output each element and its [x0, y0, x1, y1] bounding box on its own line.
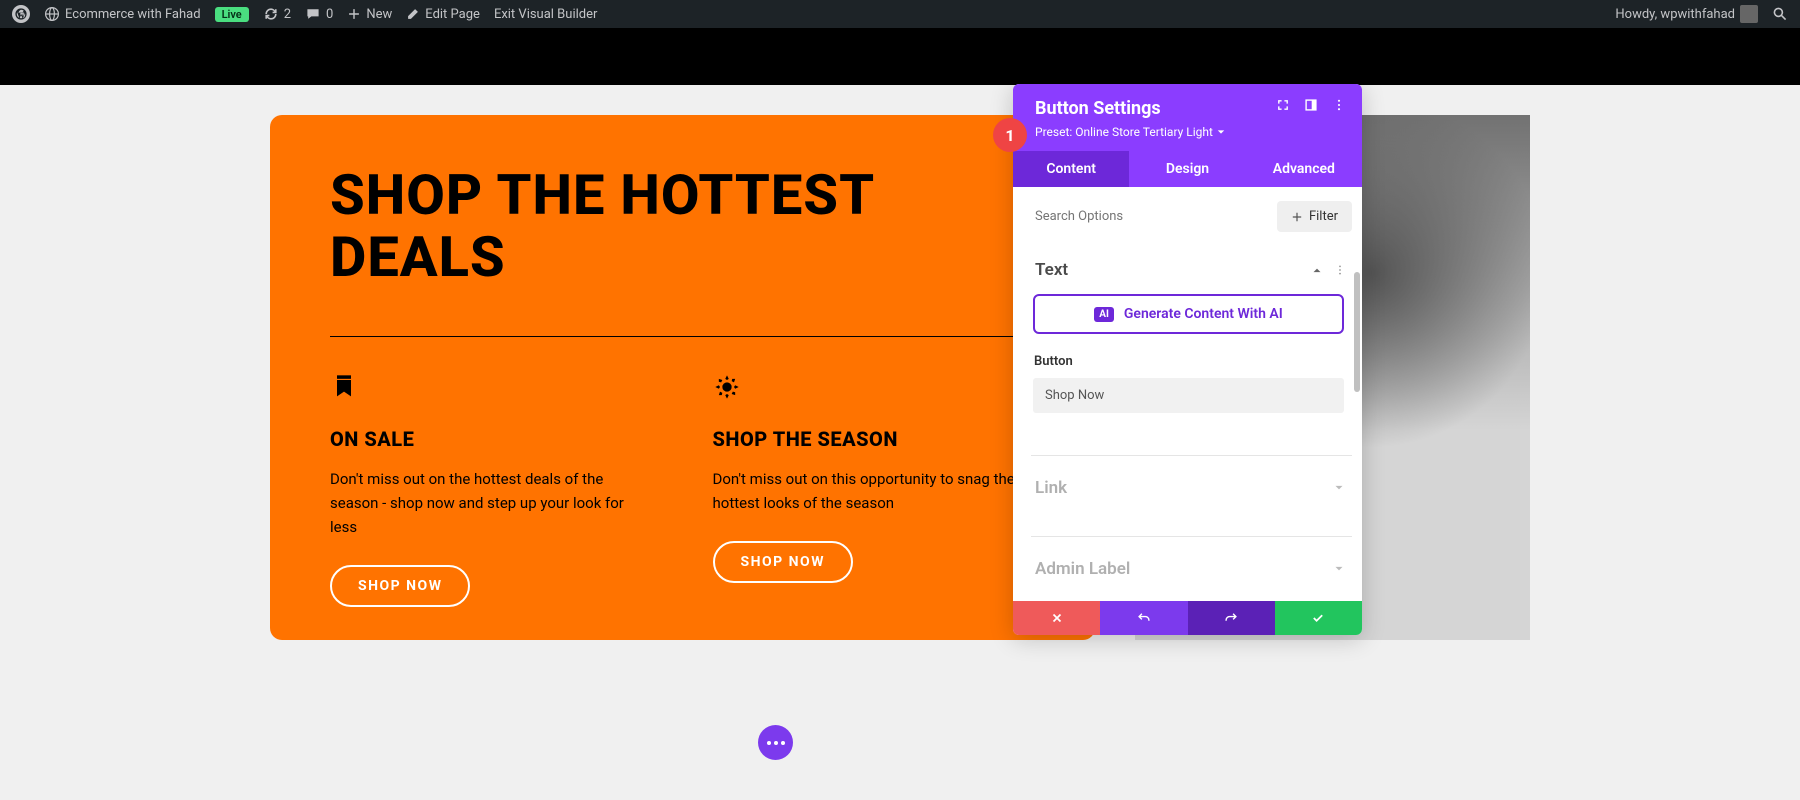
account-link[interactable]: Howdy, wpwithfahad [1615, 5, 1758, 23]
section-link: Link [1031, 455, 1352, 530]
exit-builder-label: Exit Visual Builder [494, 7, 597, 22]
wordpress-icon [12, 5, 30, 23]
more-vertical-icon[interactable] [1334, 264, 1346, 276]
ai-btn-label: Generate Content With AI [1124, 306, 1283, 322]
chevron-down-icon [1332, 562, 1346, 576]
edit-page-label: Edit Page [425, 7, 480, 22]
redo-button[interactable] [1188, 601, 1275, 635]
check-icon [1311, 611, 1325, 625]
live-badge: Live [215, 7, 249, 22]
undo-button[interactable] [1100, 601, 1187, 635]
bookmark-icon [330, 373, 358, 401]
tab-design[interactable]: Design [1129, 151, 1245, 187]
filter-button[interactable]: Filter [1277, 201, 1352, 232]
undo-icon [1137, 611, 1151, 625]
section-text-title: Text [1035, 260, 1068, 280]
globe-icon [44, 6, 60, 22]
dots-icon [767, 741, 785, 745]
save-button[interactable] [1275, 601, 1362, 635]
feature-text-2: Don't miss out on this opportunity to sn… [713, 467, 1036, 515]
edit-page-link[interactable]: Edit Page [406, 7, 480, 22]
section-admin-label-title: Admin Label [1035, 559, 1130, 579]
refresh-icon [263, 6, 279, 22]
button-field-label: Button [1034, 354, 1352, 369]
hero-title: SHOP THE HOTTEST DEALS [330, 165, 1035, 288]
ai-badge: AI [1094, 307, 1114, 322]
panel-scrollbar[interactable] [1354, 272, 1360, 542]
settings-panel: Button Settings Preset: Online Store Ter… [1013, 84, 1362, 635]
exit-builder-link[interactable]: Exit Visual Builder [494, 7, 597, 22]
preset-label: Preset: Online Store Tertiary Light [1035, 125, 1213, 139]
section-text-header[interactable]: Text [1031, 252, 1352, 294]
search-icon [1772, 6, 1788, 22]
comment-icon [305, 6, 321, 22]
expand-icon[interactable] [1276, 98, 1290, 112]
scrollbar-thumb[interactable] [1354, 272, 1360, 392]
site-name-label: Ecommerce with Fahad [65, 7, 201, 22]
feature-title-2: SHOP THE SEASON [713, 427, 1036, 451]
snap-icon[interactable] [1304, 98, 1318, 112]
step-badge: 1 [993, 118, 1027, 152]
plus-icon [1291, 211, 1303, 223]
panel-title: Button Settings [1035, 98, 1161, 119]
wordpress-logo[interactable] [12, 5, 30, 23]
button-text-input[interactable] [1033, 378, 1344, 413]
close-button[interactable] [1013, 601, 1100, 635]
pencil-icon [406, 7, 420, 21]
panel-header: Button Settings Preset: Online Store Ter… [1013, 84, 1362, 151]
module-fab[interactable] [758, 725, 793, 760]
hero-card: SHOP THE HOTTEST DEALS ON SALE Don't mis… [270, 115, 1095, 640]
generate-ai-button[interactable]: AI Generate Content With AI [1033, 294, 1344, 334]
sun-gear-icon [713, 373, 741, 401]
black-header-section [0, 28, 1800, 85]
section-admin-label-header[interactable]: Admin Label [1031, 551, 1352, 593]
features-row: ON SALE Don't miss out on the hottest de… [330, 373, 1035, 607]
redo-icon [1224, 611, 1238, 625]
search-options-input[interactable] [1031, 201, 1277, 232]
preset-selector[interactable]: Preset: Online Store Tertiary Light [1035, 125, 1346, 139]
admin-bar: Ecommerce with Fahad Live 2 0 New Edit P… [0, 0, 1800, 28]
close-icon [1050, 611, 1064, 625]
panel-footer [1013, 601, 1362, 635]
new-link[interactable]: New [347, 7, 392, 22]
tab-content[interactable]: Content [1013, 151, 1129, 187]
updates-count: 2 [284, 7, 291, 22]
panel-tabs: Content Design Advanced [1013, 151, 1362, 187]
tab-advanced[interactable]: Advanced [1246, 151, 1362, 187]
more-vertical-icon[interactable] [1332, 98, 1346, 112]
site-name-link[interactable]: Ecommerce with Fahad [44, 6, 201, 22]
shop-now-button-1[interactable]: SHOP NOW [330, 565, 470, 607]
avatar [1740, 5, 1758, 23]
search-toggle[interactable] [1772, 6, 1788, 22]
section-text: Text AI Generate Content With AI Button [1031, 252, 1352, 449]
new-label: New [366, 7, 392, 22]
shop-now-button-2[interactable]: SHOP NOW [713, 541, 853, 583]
main-canvas: SHOP THE HOTTEST DEALS ON SALE Don't mis… [0, 85, 1800, 640]
updates-link[interactable]: 2 [263, 6, 291, 22]
divider [330, 336, 1035, 337]
greeting-label: Howdy, wpwithfahad [1615, 7, 1735, 22]
feature-text-1: Don't miss out on the hottest deals of t… [330, 467, 653, 539]
comments-link[interactable]: 0 [305, 6, 333, 22]
feature-shop-season: SHOP THE SEASON Don't miss out on this o… [713, 373, 1036, 607]
section-link-header[interactable]: Link [1031, 470, 1352, 512]
chevron-down-icon [1217, 128, 1225, 136]
feature-title-1: ON SALE [330, 427, 653, 451]
chevron-up-icon [1310, 263, 1324, 277]
section-link-title: Link [1035, 478, 1067, 498]
comments-count: 0 [326, 7, 333, 22]
feature-on-sale: ON SALE Don't miss out on the hottest de… [330, 373, 653, 607]
filter-label: Filter [1309, 209, 1338, 224]
chevron-down-icon [1332, 481, 1346, 495]
panel-body: Filter Text AI Generate Content With AI … [1013, 187, 1362, 601]
section-admin-label: Admin Label [1031, 536, 1352, 601]
plus-icon [347, 7, 361, 21]
